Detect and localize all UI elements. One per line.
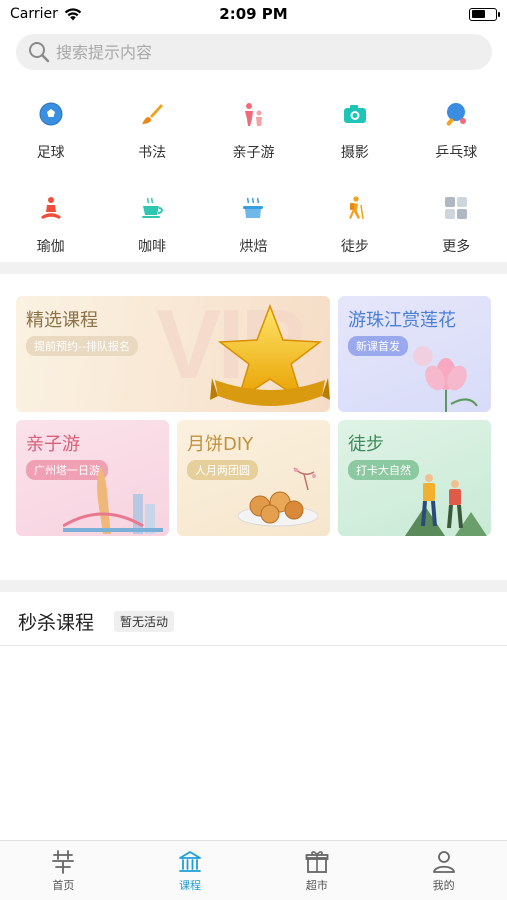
lotus-card[interactable]: 游珠江赏莲花 新课首发: [338, 296, 491, 412]
seckill-title: 秒杀课程: [18, 612, 95, 634]
hiking-card[interactable]: 徒步 打卡大自然: [338, 420, 491, 536]
category-family-trip[interactable]: 亲子游: [203, 92, 304, 162]
search-icon: [29, 42, 50, 63]
tab-label: 首页: [52, 879, 75, 892]
coffee-cup-icon: [134, 190, 170, 226]
card-tag: 新课首发: [348, 336, 408, 356]
category-label: 乒乓球: [435, 145, 478, 161]
category-label: 亲子游: [232, 145, 275, 161]
search-input[interactable]: [56, 42, 456, 62]
category-ping-pong[interactable]: 乒乓球: [406, 92, 507, 162]
user-icon: [432, 851, 455, 873]
mooncake-illustration: [237, 467, 319, 527]
category-yoga[interactable]: 瑜伽: [0, 186, 101, 256]
category-label: 更多: [442, 239, 471, 255]
bottom-tab-bar: 首页 课程 超市 我的: [0, 840, 507, 900]
status-badge: 暂无活动: [114, 611, 175, 632]
brush-icon: [134, 96, 170, 132]
tab-label: 超市: [305, 879, 328, 892]
gift-icon: [305, 851, 329, 873]
more-grid-icon: [438, 190, 474, 226]
card-title: 精选课程: [26, 310, 98, 331]
ping-pong-icon: [438, 96, 474, 132]
section-divider: [0, 262, 507, 274]
battery-icon: [469, 7, 500, 21]
category-photography[interactable]: 摄影: [304, 92, 405, 162]
category-hiking[interactable]: 徒步: [304, 186, 405, 256]
mooncake-card[interactable]: 月饼DIY 人月两团圆: [177, 420, 330, 536]
category-more[interactable]: 更多: [406, 186, 507, 256]
category-soccer[interactable]: 足球: [0, 92, 101, 162]
category-label: 摄影: [340, 145, 369, 161]
canton-tower-illustration: [63, 466, 163, 534]
category-grid: 足球 书法 亲子游 摄影 乒乓球 瑜伽 咖啡 烘焙 徒步 更多: [0, 92, 507, 256]
card-title: 亲子游: [26, 434, 80, 455]
camera-icon: [337, 96, 373, 132]
category-label: 书法: [138, 145, 167, 161]
tab-profile[interactable]: 我的: [380, 841, 507, 900]
tab-label: 我的: [432, 879, 455, 892]
status-bar: Carrier 2:09 PM: [0, 0, 507, 28]
category-label: 瑜伽: [36, 239, 65, 255]
baking-pot-icon: [235, 190, 271, 226]
category-label: 咖啡: [138, 239, 167, 255]
tab-courses[interactable]: 课程: [127, 841, 254, 900]
category-calligraphy[interactable]: 书法: [101, 92, 202, 162]
course-building-icon: [179, 851, 202, 872]
card-tag: 提前预约--排队报名: [26, 336, 138, 356]
hiking-icon: [337, 190, 373, 226]
gold-star-illustration: [210, 303, 330, 406]
category-coffee[interactable]: 咖啡: [101, 186, 202, 256]
category-label: 足球: [36, 145, 65, 161]
featured-course-card[interactable]: VIP 精选课程 提前预约--排队报名: [16, 296, 330, 412]
home-icon: [52, 850, 75, 874]
search-bar[interactable]: [16, 34, 492, 70]
category-label: 徒步: [340, 239, 369, 255]
section-divider: [0, 580, 507, 592]
card-title: 游珠江赏莲花: [348, 310, 456, 331]
soccer-ball-icon: [33, 96, 69, 132]
lotus-illustration: [413, 346, 478, 412]
hikers-illustration: [405, 474, 487, 536]
parent-child-icon: [235, 96, 271, 132]
tab-market[interactable]: 超市: [254, 841, 381, 900]
tab-label: 课程: [179, 879, 202, 892]
clock: 2:09 PM: [219, 5, 288, 23]
yoga-icon: [33, 190, 69, 226]
category-baking[interactable]: 烘焙: [203, 186, 304, 256]
card-title: 徒步: [348, 434, 384, 455]
category-label: 烘焙: [239, 239, 268, 255]
seckill-section: 秒杀课程 暂无活动: [0, 598, 507, 646]
family-trip-card[interactable]: 亲子游 广州塔一日游: [16, 420, 169, 536]
tab-home[interactable]: 首页: [0, 841, 127, 900]
card-title: 月饼DIY: [187, 434, 254, 455]
